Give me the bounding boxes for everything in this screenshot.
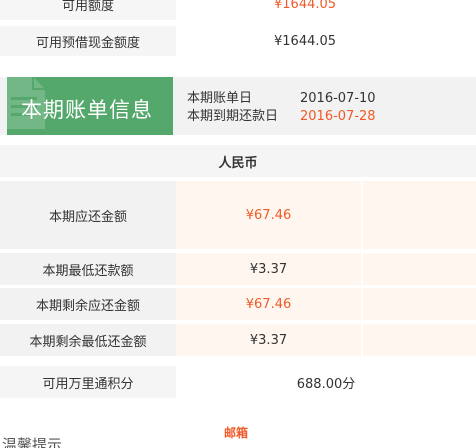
amount-due-label-cell: 本期应还金额 [0, 181, 176, 249]
amount-due-value: ¥67.46 [245, 207, 292, 223]
minimum-payment-value-cell: ¥3.37 [176, 253, 361, 285]
table-row: 本期最低还款额 ¥3.37 [0, 253, 476, 285]
currency-header: 人民币 [0, 145, 476, 177]
remaining-due-value: ¥67.46 [245, 296, 292, 312]
bill-banner-title: 本期账单信息 [21, 98, 153, 122]
available-credit-label-cell: 可用额度 [0, 0, 176, 20]
table-row: 本期应还金额 ¥67.46 [0, 181, 476, 249]
available-credit-value-cell: ¥1644.05 [176, 0, 476, 20]
remaining-due-value-cell: ¥67.46 [176, 288, 361, 320]
bill-header: 本期账单信息 本期账单日 2016-07-10 本期到期还款日 2016-07-… [0, 77, 476, 135]
remaining-minimum-label-cell: 本期剩余最低还金额 [0, 324, 176, 356]
empty-cell [363, 324, 476, 356]
remaining-due-label-cell: 本期剩余应还金额 [0, 288, 176, 320]
currency-label: 人民币 [218, 155, 258, 171]
remaining-minimum-label: 本期剩余最低还金额 [29, 334, 147, 350]
table-row: 本期剩余应还金额 ¥67.46 [0, 288, 476, 320]
points-value: 688.00分 [296, 376, 356, 392]
due-date-label: 本期到期还款日 [187, 109, 279, 124]
cash-advance-value-cell: ¥1644.05 [176, 26, 476, 56]
table-row: 本期剩余最低还金额 ¥3.37 [0, 324, 476, 356]
points-row: 可用万里通积分 688.00分 [0, 366, 476, 398]
bill-dates: 本期账单日 2016-07-10 本期到期还款日 2016-07-28 [187, 90, 376, 126]
cash-advance-value: ¥1644.05 [274, 33, 337, 49]
remaining-due-label: 本期剩余应还金额 [35, 298, 140, 314]
amount-due-label: 本期应还金额 [48, 209, 127, 225]
statement-date-line: 本期账单日 2016-07-10 [187, 90, 376, 108]
cash-advance-row: 可用预借现金额度 ¥1644.05 [0, 26, 476, 56]
remaining-minimum-value-cell: ¥3.37 [176, 324, 361, 356]
points-label: 可用万里通积分 [42, 376, 134, 392]
available-credit-row: 可用额度 ¥1644.05 [0, 0, 476, 20]
statement-date-label: 本期账单日 [187, 91, 253, 106]
amount-due-value-cell: ¥67.46 [176, 181, 361, 249]
cash-advance-label: 可用预借现金额度 [35, 35, 140, 51]
points-label-cell: 可用万里通积分 [0, 366, 176, 398]
remaining-minimum-value: ¥3.37 [249, 332, 288, 348]
minimum-payment-value: ¥3.37 [249, 261, 288, 277]
due-date-value: 2016-07-28 [300, 109, 376, 124]
empty-cell [363, 253, 476, 285]
mail-link[interactable]: 邮箱 [224, 424, 248, 441]
due-date-line: 本期到期还款日 2016-07-28 [187, 108, 376, 126]
points-value-cell: 688.00分 [176, 366, 476, 398]
bill-banner: 本期账单信息 [7, 77, 173, 135]
statement-date-value: 2016-07-10 [300, 91, 376, 106]
minimum-payment-label: 本期最低还款额 [42, 263, 134, 279]
available-credit-label: 可用额度 [61, 0, 114, 14]
cash-advance-label-cell: 可用预借现金额度 [0, 26, 176, 56]
available-credit-value: ¥1644.05 [274, 0, 337, 12]
empty-cell [363, 181, 476, 249]
minimum-payment-label-cell: 本期最低还款额 [0, 253, 176, 285]
empty-cell [363, 288, 476, 320]
tip-heading: 温馨提示 [2, 436, 63, 448]
